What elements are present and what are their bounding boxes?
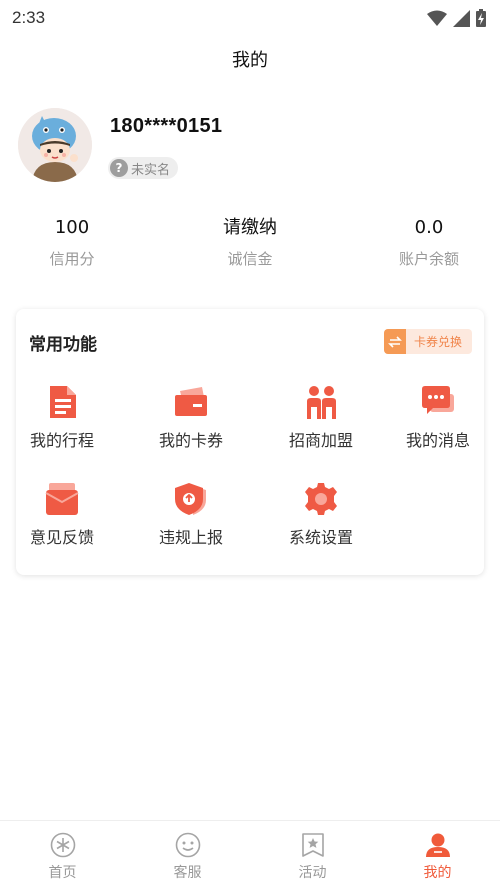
document-icon (50, 386, 76, 418)
tab-mine[interactable]: 我的 (375, 821, 500, 889)
feature-my-messages[interactable]: 我的消息 (383, 385, 493, 465)
feature-franchise[interactable]: 招商加盟 (266, 385, 376, 465)
stat-credit-score[interactable]: 100 信用分 (2, 216, 142, 269)
status-time: 2:33 (12, 8, 46, 27)
card-title: 常用功能 (29, 335, 97, 355)
stat-deposit[interactable]: 请缴纳 诚信金 (180, 216, 320, 269)
gear-icon (305, 483, 337, 515)
avatar-illustration (18, 108, 92, 182)
stat-value: 0.0 (414, 217, 444, 238)
feature-label: 我的卡券 (158, 431, 223, 450)
people-icon (307, 386, 336, 419)
stat-label: 信用分 (49, 250, 95, 268)
feature-system-settings[interactable]: 系统设置 (266, 482, 376, 562)
feature-violation-report[interactable]: 违规上报 (136, 482, 246, 562)
feature-label: 我的行程 (29, 431, 94, 450)
feature-feedback[interactable]: 意见反馈 (7, 482, 117, 562)
tab-label: 客服 (173, 865, 202, 881)
realname-badge-label: 未实名 (131, 162, 171, 178)
tab-customer-service[interactable]: 客服 (125, 821, 250, 889)
tab-activity[interactable]: 活动 (250, 821, 375, 889)
feature-label: 系统设置 (288, 528, 353, 547)
stat-value: 请缴纳 (223, 217, 277, 238)
status-icons (427, 9, 486, 27)
feature-my-coupons[interactable]: 我的卡券 (136, 385, 246, 465)
feature-label: 违规上报 (158, 528, 223, 547)
tab-label: 我的 (423, 865, 452, 881)
stat-label: 账户余额 (398, 250, 459, 268)
status-bar: 2:33 (0, 0, 500, 36)
stat-value: 100 (54, 217, 90, 238)
bookmark-star-icon (301, 833, 324, 857)
user-phone: 180****0151 (110, 115, 223, 137)
tab-home[interactable]: 首页 (0, 821, 125, 889)
signal-icon (453, 9, 470, 27)
stat-balance[interactable]: 0.0 账户余额 (359, 216, 499, 269)
feature-label: 招商加盟 (288, 431, 353, 450)
feature-label: 我的消息 (405, 431, 470, 450)
bottom-tab-bar: 首页 客服 活动 我的 (0, 820, 500, 889)
coupon-exchange-label: 卡券兑换 (414, 335, 463, 349)
feature-label: 意见反馈 (29, 528, 94, 547)
smile-icon (175, 832, 200, 858)
coupon-exchange-button[interactable]: 卡券兑换 (384, 329, 472, 354)
realname-badge[interactable]: ? 未实名 (108, 157, 179, 179)
page-title: 我的 (232, 50, 268, 71)
stat-label: 诚信金 (227, 250, 273, 268)
user-icon (425, 833, 450, 857)
home-icon (50, 832, 75, 858)
feedback-icon (45, 483, 79, 515)
battery-icon (476, 9, 486, 27)
feature-my-trips[interactable]: 我的行程 (7, 385, 117, 465)
exchange-icon (384, 329, 406, 354)
card-icon (175, 387, 207, 416)
shield-upload-icon (175, 483, 206, 515)
tab-label: 首页 (48, 865, 77, 881)
account-stats: 100 信用分 请缴纳 诚信金 0.0 账户余额 (0, 216, 500, 272)
features-card: 常用功能 卡券兑换 我的行程 我的卡券 招商加盟 我的消息 意见反馈 违规上报 … (16, 309, 484, 575)
question-icon: ? (110, 159, 128, 177)
avatar[interactable] (18, 108, 92, 182)
wifi-icon (427, 10, 447, 26)
tab-label: 活动 (298, 865, 327, 881)
message-icon (422, 386, 454, 414)
